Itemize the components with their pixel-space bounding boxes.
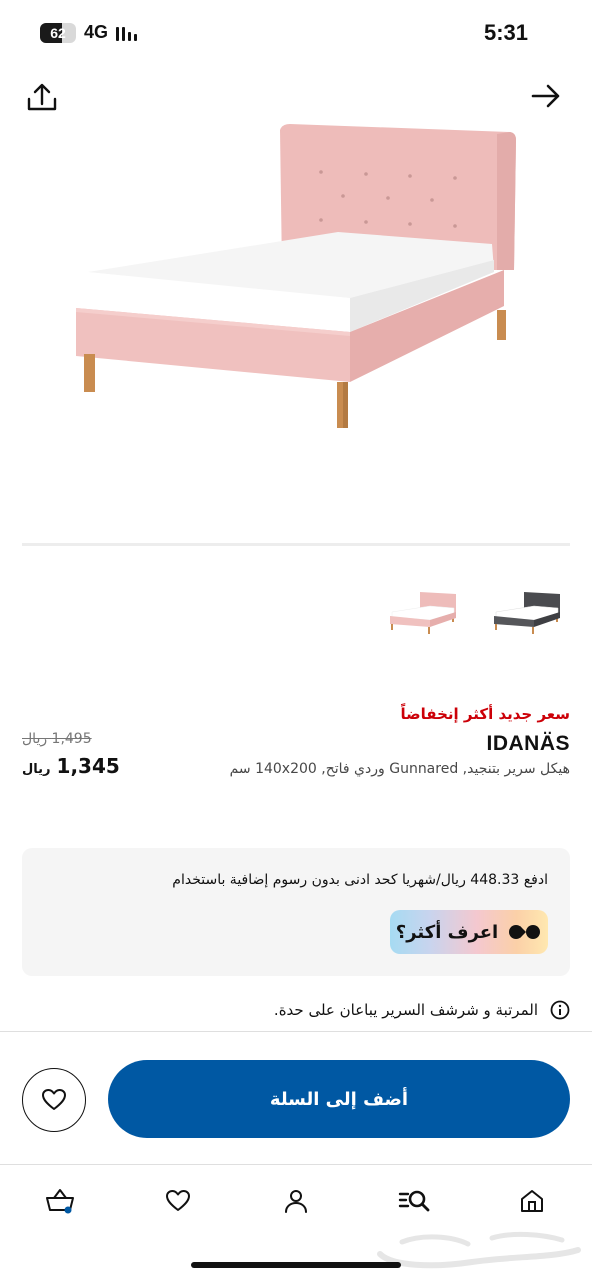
variant-dark-thumbnail[interactable] [490, 586, 562, 636]
signal-icon [116, 25, 138, 41]
heart-icon [166, 1190, 190, 1211]
battery-icon: 62 [40, 22, 76, 43]
add-to-cart-label: أضف إلى السلة [269, 1088, 409, 1110]
section-divider [0, 1031, 592, 1032]
profile-icon [285, 1190, 307, 1213]
heart-icon [42, 1089, 66, 1110]
old-price: 1,495 ريال [22, 731, 92, 747]
current-price: 1,345 ريال [22, 754, 120, 778]
nav-profile[interactable] [276, 1183, 316, 1219]
price-value: 1,345 [56, 754, 120, 778]
learn-more-button[interactable]: اعرف أكثر؟ [390, 910, 548, 954]
clock: 5:31 [483, 20, 528, 45]
home-indicator[interactable] [191, 1262, 401, 1268]
share-button[interactable] [24, 80, 60, 116]
installment-box: ادفع 448.33 ريال/شهريا كحد ادنى بدون رسو… [22, 848, 570, 976]
price-currency: ريال [22, 762, 51, 777]
search-icon [398, 1190, 430, 1212]
product-image [76, 124, 516, 428]
nav-cart[interactable] [40, 1183, 80, 1219]
add-to-cart-button[interactable]: أضف إلى السلة [108, 1060, 570, 1138]
product-description: هيكل سرير بتنجيد, Gunnared وردي فاتح, 14… [229, 761, 570, 777]
favorite-button[interactable] [22, 1068, 86, 1132]
status-left: 62 4G [40, 22, 138, 43]
nav-home[interactable] [512, 1183, 552, 1219]
home-icon [521, 1190, 543, 1212]
installment-text: ادفع 448.33 ريال/شهريا كحد ادنى بدون رسو… [172, 872, 548, 888]
status-bar: 62 4G 5:31 [0, 0, 592, 68]
cart-icon [46, 1189, 74, 1214]
variant-pink-thumbnail[interactable] [386, 586, 458, 636]
share-icon [27, 83, 57, 111]
nav-search[interactable] [394, 1183, 434, 1219]
battery-level: 62 [50, 24, 66, 41]
image-divider [22, 543, 570, 546]
product-name: IDANÄS [486, 732, 570, 755]
nav-favorites[interactable] [158, 1183, 198, 1219]
forward-button[interactable] [528, 80, 564, 116]
tabby-logo-icon [509, 925, 541, 939]
info-icon [550, 1000, 570, 1020]
arrow-right-icon [531, 84, 560, 108]
mattress-info-text: المرتبة و شرشف السرير يباعان على حدة. [273, 1001, 538, 1019]
network-type: 4G [84, 22, 109, 42]
watermark-logo [377, 1231, 581, 1269]
new-lower-price-label: سعر جديد أكثر إنخفاضاً [400, 705, 570, 723]
mattress-info-row: المرتبة و شرشف السرير يباعان على حدة. [274, 1000, 570, 1020]
learn-more-label: اعرف أكثر؟ [395, 921, 499, 943]
